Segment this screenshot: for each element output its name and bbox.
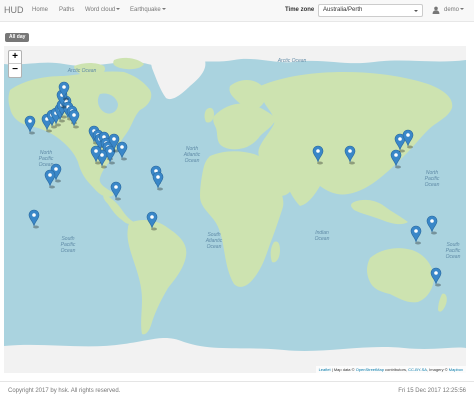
user-menu[interactable]: demo (444, 7, 465, 13)
geo-label: North Pacific Ocean (38, 150, 54, 168)
chevron-down-icon (116, 8, 121, 11)
map-base (4, 46, 466, 373)
attribution-text: | Map data © (330, 367, 356, 372)
geo-label: South Pacific Ocean (60, 236, 76, 254)
nav-home[interactable]: Home (32, 7, 48, 13)
nav-paths-label: Paths (59, 7, 75, 13)
osm-link[interactable]: OpenStreetMap (356, 367, 384, 372)
geo-label: Indian Ocean (314, 230, 330, 242)
user-icon (432, 6, 440, 14)
zoom-control: + − (8, 50, 22, 78)
brand[interactable]: HUD (4, 5, 24, 15)
copyright: Copyright 2017 by hsk. All rights reserv… (8, 388, 121, 394)
geo-label: South Atlantic Ocean (205, 232, 223, 250)
world-map[interactable]: Arctic Ocean Arctic Ocean North Pacific … (4, 46, 466, 373)
chevron-down-icon (161, 8, 166, 11)
timezone-select[interactable]: Australia/Perth (318, 4, 423, 17)
chevron-down-icon (460, 8, 465, 11)
leaflet-link[interactable]: Leaflet (319, 367, 331, 372)
nav-word-cloud-label: Word cloud (85, 7, 116, 13)
nav-word-cloud[interactable]: Word cloud (85, 7, 121, 13)
nav-earthquake-label: Earthquake (130, 7, 161, 13)
license-link[interactable]: CC-BY-SA (408, 367, 427, 372)
nav-earthquake[interactable]: Earthquake (130, 7, 166, 13)
attribution-text: , Imagery © (426, 367, 449, 372)
geo-label: Arctic Ocean (277, 58, 307, 64)
clock: Fri 15 Dec 2017 12:25:56 (398, 388, 466, 394)
geo-label: South Pacific Ocean (445, 242, 461, 260)
chevron-down-icon (414, 10, 418, 12)
footer-divider (0, 381, 474, 382)
nav-paths[interactable]: Paths (59, 7, 74, 13)
all-day-badge[interactable]: All day (5, 33, 30, 42)
user-name: demo (444, 7, 460, 13)
map-attribution: Leaflet | Map data © OpenStreetMap contr… (315, 366, 466, 373)
zoom-out-button[interactable]: − (9, 64, 21, 77)
zoom-in-button[interactable]: + (9, 51, 21, 64)
geo-label: North Pacific Ocean (424, 170, 440, 188)
geo-label: North Atlantic Ocean (183, 146, 201, 164)
attribution-text: contributors, (383, 367, 409, 372)
navbar: HUD Home Paths Word cloud Earthquake Tim… (0, 0, 474, 22)
geo-label: Arctic Ocean (67, 68, 97, 74)
nav-home-label: Home (32, 7, 49, 13)
mapbox-link[interactable]: Mapbox (449, 367, 463, 372)
timezone-label: Time zone (285, 7, 315, 13)
timezone-value: Australia/Perth (323, 7, 363, 13)
